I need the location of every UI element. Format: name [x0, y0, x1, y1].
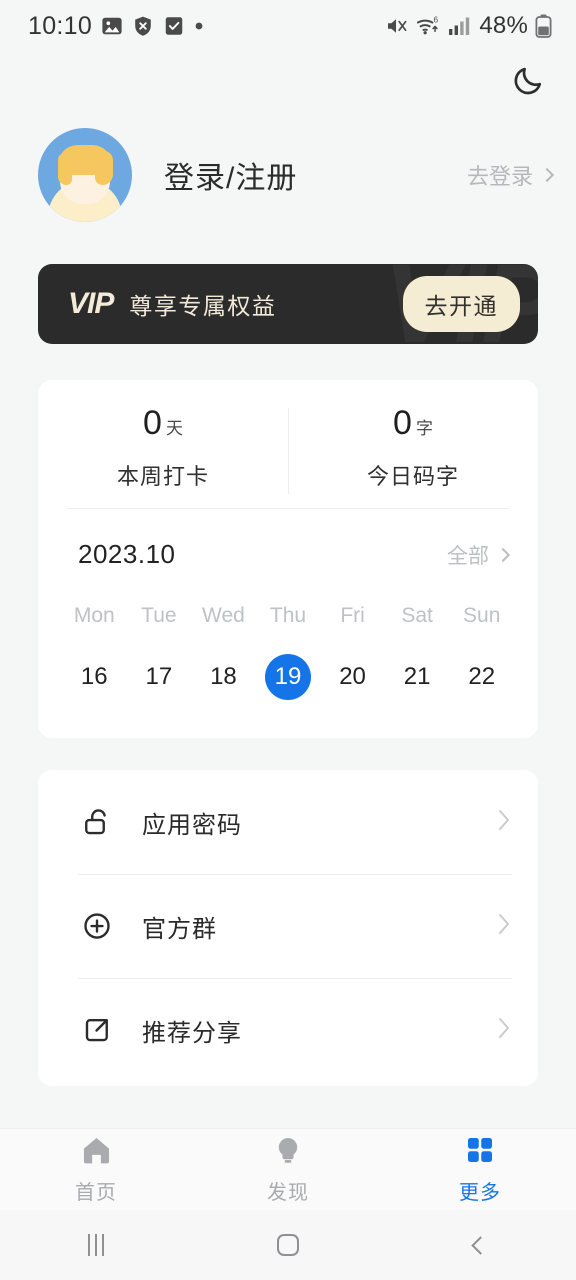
vip-activate-button[interactable]: 去开通 [402, 276, 520, 332]
unlock-icon [78, 803, 116, 841]
vip-banner[interactable]: VIP VIP 尊享专属权益 去开通 [38, 264, 538, 344]
calendar-day[interactable]: 17 [127, 628, 192, 738]
tab-discover[interactable]: 发现 [192, 1135, 384, 1205]
app-screen: 10:10 6 48% 登录/注册 去登录 VIP 尊享专属权益 去开通 0 天… [0, 0, 576, 1280]
top-bar [0, 52, 576, 114]
calendar-day-number: 19 [264, 654, 311, 700]
calendar-all-label: 全部 [447, 544, 489, 568]
menu-item-label: 应用密码 [142, 811, 242, 839]
wifi6-icon: 6 [416, 14, 441, 38]
stats-row: 0 天 本周打卡 0 字 今日码字 [38, 380, 538, 500]
status-bar-left: 10:10 [28, 12, 204, 41]
calendar-day[interactable]: 22 [449, 628, 514, 738]
menu-item-official-group[interactable]: 官方群 [38, 874, 538, 978]
status-bar: 10:10 6 48% [0, 0, 576, 52]
profile-row[interactable]: 登录/注册 去登录 [0, 114, 576, 222]
grid-icon [465, 1135, 495, 1170]
tab-label: 更多 [459, 1181, 501, 1204]
weekday-label: Mon [73, 604, 115, 627]
tab-label: 发现 [267, 1181, 309, 1204]
calendar-month: 2023.10 [78, 539, 176, 569]
photo-icon [101, 15, 123, 37]
battery-icon [535, 14, 552, 38]
menu-item-label: 官方群 [142, 915, 217, 943]
stat-unit: 天 [165, 418, 183, 438]
calendar-day[interactable]: 18 [191, 628, 256, 738]
status-time: 10:10 [28, 11, 93, 40]
tab-label: 首页 [75, 1181, 117, 1204]
menu-item-share[interactable]: 推荐分享 [38, 978, 538, 1082]
home-icon [80, 1135, 113, 1170]
tab-more[interactable]: 更多 [384, 1135, 576, 1205]
go-login-label: 去登录 [466, 164, 533, 189]
status-bar-right: 6 48% [385, 12, 552, 40]
calendar-day[interactable]: 16 [62, 628, 127, 738]
dark-mode-toggle[interactable] [504, 59, 552, 107]
stat-value-group: 0 天 [143, 404, 183, 443]
battery-percent: 48% [479, 12, 528, 39]
avatar-hair [58, 145, 113, 185]
avatar[interactable] [38, 128, 132, 222]
chevron-right-icon [539, 167, 555, 183]
signal-bars-icon [448, 16, 470, 36]
stat-value: 0 [393, 403, 412, 442]
settings-menu-card: 应用密码 官方群 推荐分享 [38, 770, 538, 1086]
tab-home[interactable]: 首页 [0, 1135, 192, 1205]
home-square-icon[interactable] [192, 1234, 384, 1256]
stat-label: 本周打卡 [116, 463, 209, 489]
weekday-label: Sat [401, 604, 433, 627]
mute-icon [385, 14, 409, 38]
svg-text:6: 6 [434, 16, 439, 25]
weekday-label: Thu [269, 604, 307, 627]
calendar-day-number: 18 [210, 663, 237, 690]
stat-value-group: 0 字 [393, 404, 433, 443]
profile-login-label[interactable]: 登录/注册 [164, 153, 297, 197]
bottom-tab-bar: 首页 发现 更多 [0, 1128, 576, 1210]
vip-logo: VIP [68, 287, 114, 320]
chevron-right-icon [496, 911, 512, 942]
calendar-weekday-row: Mon Tue Wed Thu Fri Sat Sun 16 17 18 19 … [38, 570, 538, 738]
stat-today-words[interactable]: 0 字 今日码字 [288, 394, 538, 500]
back-icon[interactable] [384, 1235, 576, 1255]
calendar-day-selected[interactable]: 19 [256, 628, 321, 738]
bulb-icon [273, 1135, 303, 1170]
calendar-all-button[interactable]: 全部 [447, 540, 511, 570]
vip-slogan: 尊享专属权益 [129, 293, 277, 319]
calendar-day-number: 22 [468, 663, 496, 690]
system-nav-bar [0, 1210, 576, 1280]
weekday-label: Wed [202, 604, 245, 627]
plus-circle-icon [78, 907, 116, 945]
calendar-day-number: 16 [80, 663, 108, 690]
recents-icon[interactable] [0, 1234, 192, 1256]
calendar-day[interactable]: 20 [320, 628, 385, 738]
stat-week-checkin[interactable]: 0 天 本周打卡 [38, 394, 288, 500]
weekday-label: Fri [340, 604, 365, 627]
calendar-day-number: 20 [339, 663, 366, 690]
chevron-right-icon [496, 1015, 512, 1046]
chevron-right-icon [496, 807, 512, 838]
share-icon [78, 1011, 116, 1049]
calendar-day-number: 21 [403, 663, 431, 690]
menu-item-app-password[interactable]: 应用密码 [38, 770, 538, 874]
stat-label: 今日码字 [366, 463, 459, 489]
scroll-content: 登录/注册 去登录 VIP VIP 尊享专属权益 去开通 0 天 本周打卡 [0, 114, 576, 1128]
calendar-day-number: 17 [145, 663, 173, 690]
stats-calendar-card: 0 天 本周打卡 0 字 今日码字 2023.10 全部 Mon Tue Wed… [38, 380, 538, 738]
chevron-right-icon [495, 547, 511, 562]
weekday-label: Sun [463, 604, 501, 627]
menu-item-label: 推荐分享 [142, 1019, 242, 1047]
checkbox-icon [163, 15, 185, 37]
moon-icon [511, 64, 545, 103]
stat-value: 0 [143, 403, 162, 442]
profile-action[interactable]: 去登录 [466, 159, 555, 191]
calendar-day[interactable]: 21 [385, 628, 450, 738]
dot-icon [194, 21, 204, 31]
shield-x-icon [132, 15, 154, 37]
stat-unit: 字 [415, 418, 433, 438]
calendar-header: 2023.10 全部 [38, 509, 538, 570]
weekday-label: Tue [141, 604, 177, 627]
